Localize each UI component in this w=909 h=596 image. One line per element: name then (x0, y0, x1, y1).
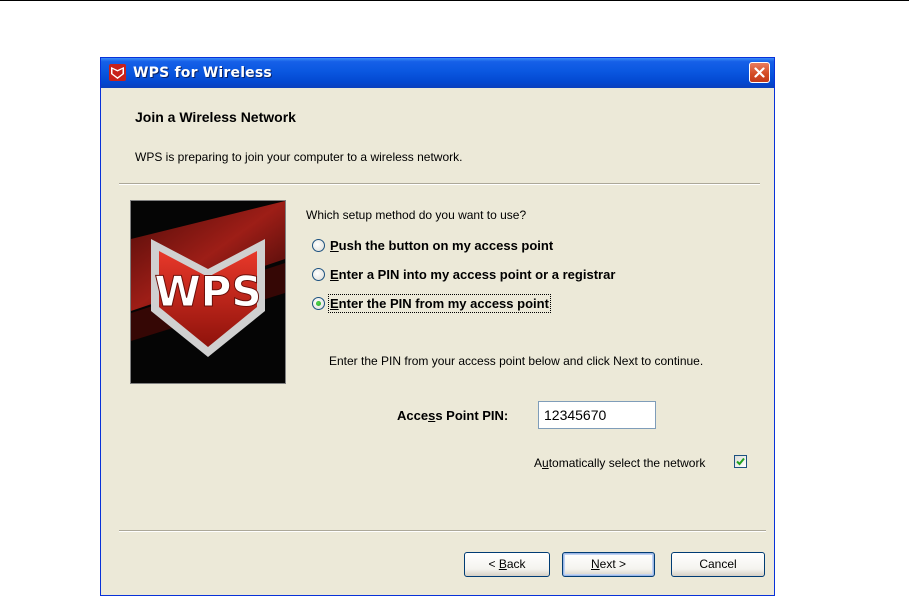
close-icon (754, 67, 765, 78)
radio-enter-pin-from-ap[interactable]: Enter the PIN from my access point (312, 293, 551, 313)
page-subtitle: WPS is preparing to join your computer t… (135, 150, 463, 164)
access-point-pin-input[interactable] (538, 401, 656, 429)
cancel-button[interactable]: Cancel (671, 552, 765, 577)
radio-circle[interactable] (312, 267, 325, 281)
back-button[interactable]: < Back (464, 552, 550, 577)
auto-select-network-checkbox[interactable] (734, 455, 747, 468)
auto-select-network-label: Automatically select the network (534, 456, 706, 470)
wps-dialog-window: WPS for Wireless Join a Wireless Network… (100, 57, 775, 596)
radio-enter-pin-into-ap[interactable]: Enter a PIN into my access point or a re… (312, 265, 615, 283)
setup-method-prompt: Which setup method do you want to use? (306, 208, 527, 222)
page-title: Join a Wireless Network (135, 109, 296, 125)
radio-circle[interactable] (312, 238, 325, 252)
logo-text: WPS (154, 267, 261, 316)
radio-push-button-label: Push the button on my access point (330, 237, 554, 253)
next-button[interactable]: Next > (562, 552, 655, 577)
radio-push-button[interactable]: Push the button on my access point (312, 236, 553, 254)
checkmark-icon (736, 457, 745, 466)
radio-circle-selected[interactable] (312, 296, 325, 310)
wps-app-icon (109, 64, 126, 81)
title-bar[interactable]: WPS for Wireless (101, 58, 774, 88)
pin-instruction: Enter the PIN from your access point bel… (329, 354, 704, 368)
window-title: WPS for Wireless (133, 65, 272, 81)
header-divider (119, 183, 760, 185)
page-top-rule (0, 0, 909, 1)
access-point-pin-label: Access Point PIN: (397, 408, 509, 423)
footer-divider (119, 530, 766, 532)
wizard-header: Join a Wireless Network WPS is preparing… (101, 88, 774, 184)
close-button[interactable] (749, 62, 770, 83)
wps-logo: WPS (130, 200, 286, 384)
radio-enter-pin-from-ap-label: Enter the PIN from my access point (328, 293, 551, 313)
radio-enter-pin-into-ap-label: Enter a PIN into my access point or a re… (330, 266, 616, 282)
